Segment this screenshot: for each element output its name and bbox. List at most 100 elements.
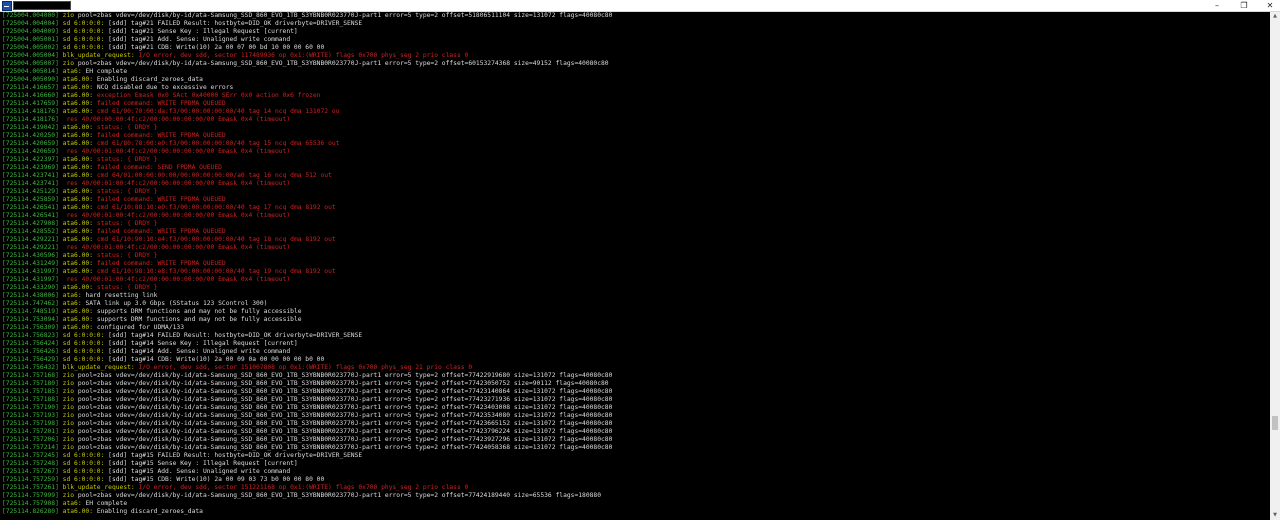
log-message: res 40/00:01:00:4f:c2/00:00:00:00:00/00 … <box>66 148 291 155</box>
vertical-scrollbar[interactable]: ▲ ▼ <box>1270 12 1280 520</box>
log-line: [725114.747462] ata6: SATA link up 3.0 G… <box>0 300 1270 308</box>
minimize-button[interactable]: – <box>1204 0 1230 11</box>
log-timestamp: [725114.757214] <box>2 444 59 451</box>
log-timestamp: [725114.419042] <box>2 124 59 131</box>
log-source: zio <box>62 420 75 427</box>
log-line: [725114.425859] ata6.00: failed command:… <box>0 196 1270 204</box>
scroll-up-arrow-icon[interactable]: ▲ <box>1270 12 1280 21</box>
log-line: [725114.428552] ata6.00: failed command:… <box>0 228 1270 236</box>
log-line: [725004.005001] sd 6:0:0:0: [sdd] tag#21… <box>0 36 1270 44</box>
log-message: [sdd] tag#15 Add. Sense: Unaligned write… <box>108 468 291 475</box>
log-line: [725114.756823] sd 6:0:0:0: [sdd] tag#14… <box>0 332 1270 340</box>
log-line: [725114.757188] zio pool=zbas vdev=/dev/… <box>0 396 1270 404</box>
log-source: ata6.00: <box>62 164 94 171</box>
log-message: EH complete <box>85 500 128 507</box>
log-source: ata6.00: <box>62 172 94 179</box>
log-line: [725114.420250] ata6.00: failed command:… <box>0 132 1270 140</box>
log-message: [sdd] tag#15 CDB: Write(10) 2a 00 09 03 … <box>108 476 325 483</box>
log-message: I/O error, dev sdd, sector 151221168 op … <box>138 484 469 491</box>
log-timestamp: [725004.004009] <box>2 28 59 35</box>
log-line: [725114.423741] res 40/00:01:00:4f:c2/00… <box>0 180 1270 188</box>
log-message: pool=zbas vdev=/dev/disk/by-id/ata-Samsu… <box>77 436 613 443</box>
log-source: sd 6:0:0:0: <box>62 460 105 467</box>
log-timestamp: [725114.757245] <box>2 452 59 459</box>
log-timestamp: [725114.757168] <box>2 372 59 379</box>
log-message: status: { DRDY } <box>96 252 158 259</box>
log-message: [sdd] tag#14 Sense Key : Illegal Request… <box>108 340 298 347</box>
log-timestamp: [725114.757908] <box>2 500 59 507</box>
log-source: blk_update_request: <box>62 484 135 491</box>
log-source: ata6.00: <box>62 76 94 83</box>
log-message: [sdd] tag#21 FAILED Result: hostbyte=DID… <box>108 20 363 27</box>
log-timestamp: [725114.426541] <box>2 212 59 219</box>
log-timestamp: [725114.431249] <box>2 260 59 267</box>
log-timestamp: [725114.425859] <box>2 196 59 203</box>
log-source: zio <box>62 12 75 19</box>
log-timestamp: [725114.433290] <box>2 284 59 291</box>
log-line: [725114.426541] res 40/00:01:00:4f:c2/00… <box>0 212 1270 220</box>
log-line: [725114.757198] zio pool=zbas vdev=/dev/… <box>0 420 1270 428</box>
terminal-app-icon <box>2 1 12 11</box>
log-line: [725114.416657] ata6.00: NCQ disabled du… <box>0 84 1270 92</box>
log-source: ata6.00: <box>62 132 94 139</box>
log-source: zio <box>62 436 75 443</box>
log-timestamp: [725114.757201] <box>2 428 59 435</box>
log-message: pool=zbas vdev=/dev/disk/by-id/ata-Samsu… <box>77 372 613 379</box>
scroll-down-arrow-icon[interactable]: ▼ <box>1270 511 1280 520</box>
log-source: ata6.00: <box>62 252 94 259</box>
scrollbar-thumb[interactable] <box>1272 416 1278 431</box>
log-source: ata6.00: <box>62 100 94 107</box>
log-source: ata6.00: <box>62 188 94 195</box>
log-timestamp: [725114.420659] <box>2 148 59 155</box>
log-message: status: { DRDY } <box>96 188 158 195</box>
log-timestamp: [725114.753094] <box>2 316 59 323</box>
log-source: sd 6:0:0:0: <box>62 356 105 363</box>
log-timestamp: [725114.423741] <box>2 180 59 187</box>
log-source: zio <box>62 444 75 451</box>
log-source: zio <box>62 388 75 395</box>
close-button[interactable]: ✕ <box>1257 0 1280 11</box>
log-timestamp: [725114.757198] <box>2 420 59 427</box>
terminal-output[interactable]: [725004.004000] zio pool=zbas vdev=/dev/… <box>0 12 1270 520</box>
log-line: [725114.748519] ata6.00: supports DRM fu… <box>0 308 1270 316</box>
log-timestamp: [725114.429221] <box>2 244 59 251</box>
log-source: zio <box>62 428 75 435</box>
log-message: status: { DRDY } <box>96 220 158 227</box>
log-line: [725004.005004] blk_update_request: I/O … <box>0 52 1270 60</box>
log-timestamp: [725114.438006] <box>2 292 59 299</box>
log-timestamp: [725114.756432] <box>2 364 59 371</box>
log-line: [725114.757261] blk_update_request: I/O … <box>0 484 1270 492</box>
log-timestamp: [725114.748519] <box>2 308 59 315</box>
log-timestamp: [725114.747462] <box>2 300 59 307</box>
log-timestamp: [725114.420250] <box>2 132 59 139</box>
log-message: pool=zbas vdev=/dev/disk/by-id/ata-Samsu… <box>77 444 613 451</box>
log-message: pool=zbas vdev=/dev/disk/by-id/ata-Samsu… <box>77 420 613 427</box>
log-source: sd 6:0:0:0: <box>62 476 105 483</box>
log-line: [725114.419042] ata6.00: status: { DRDY … <box>0 124 1270 132</box>
log-message: Enabling discard_zeroes_data <box>96 76 203 83</box>
log-source: zio <box>62 492 75 499</box>
log-source: ata6.00: <box>62 220 94 227</box>
log-timestamp: [725114.757190] <box>2 404 59 411</box>
log-source: ata6: <box>62 300 82 307</box>
log-line: [725114.420659] ata6.00: cmd 61/80:78:00… <box>0 140 1270 148</box>
log-timestamp: [725114.426541] <box>2 204 59 211</box>
log-timestamp: [725004.005090] <box>2 76 59 83</box>
log-line: [725114.756309] ata6.00: configured for … <box>0 324 1270 332</box>
log-timestamp: [725114.756426] <box>2 348 59 355</box>
log-timestamp: [725114.756424] <box>2 340 59 347</box>
log-line: [725114.757267] sd 6:0:0:0: [sdd] tag#15… <box>0 468 1270 476</box>
log-line: [725004.005002] sd 6:0:0:0: [sdd] tag#21… <box>0 44 1270 52</box>
log-source: sd 6:0:0:0: <box>62 348 105 355</box>
log-message: failed command: WRITE FPDMA QUEUED <box>96 196 226 203</box>
log-message: res 40/00:01:00:4f:c2/00:00:00:00:00/00 … <box>66 212 291 219</box>
log-message: status: { DRDY } <box>96 124 158 131</box>
log-message: res 40/00:01:00:4f:c2/00:00:00:00:00/00 … <box>66 180 291 187</box>
log-timestamp: [725004.005007] <box>2 60 59 67</box>
log-line: [725114.757908] ata6: EH complete <box>0 500 1270 508</box>
log-message: res 40/00:01:00:4f:c2/00:00:00:00:00/00 … <box>66 276 291 283</box>
maximize-button[interactable]: ❐ <box>1231 0 1257 11</box>
log-line: [725114.826280] ata6.00: Enabling discar… <box>0 508 1270 516</box>
log-timestamp: [725114.423741] <box>2 172 59 179</box>
log-message: pool=zbas vdev=/dev/disk/by-id/ata-Samsu… <box>77 60 609 67</box>
